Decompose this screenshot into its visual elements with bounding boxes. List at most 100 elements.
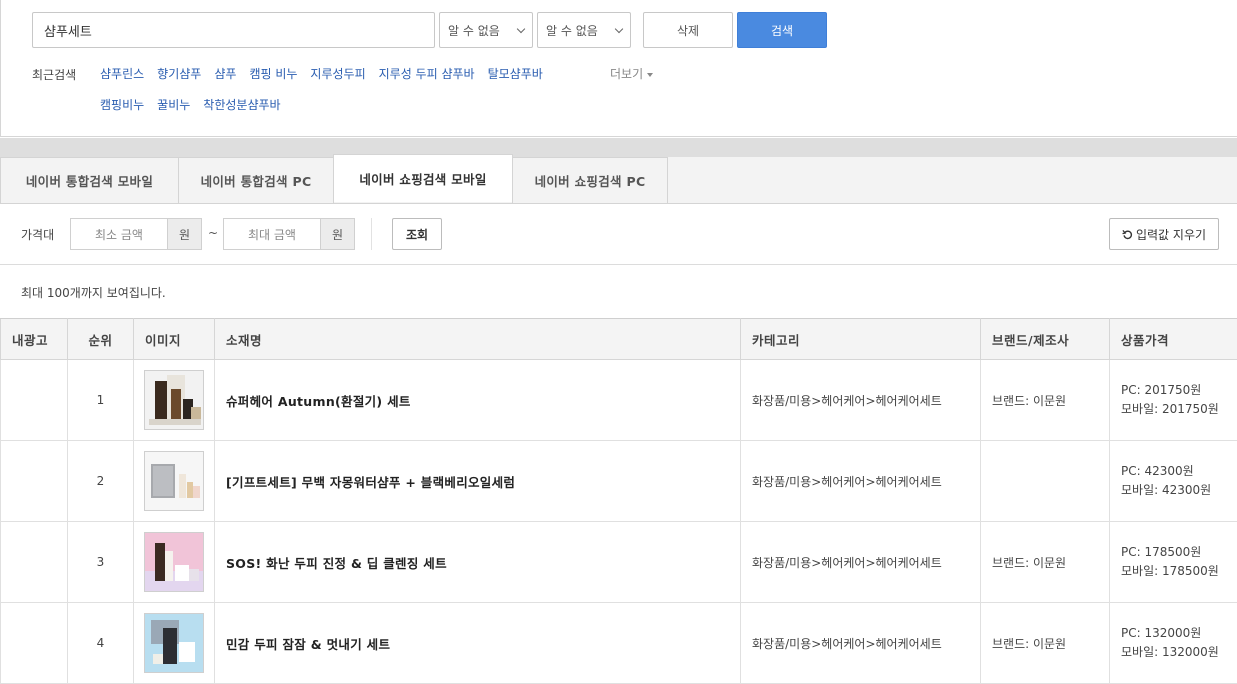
category-cell: 화장품/미용>헤어케어>헤어케어세트 — [741, 360, 981, 441]
currency-unit: 원 — [167, 219, 201, 249]
header-brand: 브랜드/제조사 — [981, 319, 1110, 360]
price-cell: PC: 132000원 모바일: 132000원 — [1110, 603, 1237, 684]
min-price-input[interactable]: 최소 금액 — [71, 219, 167, 249]
brand-cell — [981, 441, 1110, 522]
results-table: 내광고 순위 이미지 소재명 카테고리 브랜드/제조사 상품가격 1 — [0, 318, 1237, 684]
search-button[interactable]: 검색 — [737, 12, 827, 48]
section-divider — [0, 138, 1237, 157]
table-row: 4 민감 두피 잠잠 & 멋내기 세트 화장품/미용>헤어케어>헤어케어세트 브… — [1, 603, 1237, 684]
search-panel: 알 수 없음 알 수 없음 삭제 검색 최근검색 샴푸린스 향기샴푸 샴푸 캠핑… — [0, 0, 1237, 137]
search-input[interactable] — [32, 12, 435, 48]
rank-cell: 4 — [68, 603, 134, 684]
rank-cell: 2 — [68, 441, 134, 522]
recent-search-item[interactable]: 캠핑비누 — [100, 97, 144, 114]
pc-price: PC: 201750원 — [1121, 381, 1237, 400]
min-price-group: 최소 금액 원 — [70, 218, 202, 250]
my-ad-cell — [1, 522, 68, 603]
header-image: 이미지 — [134, 319, 215, 360]
rank-cell: 1 — [68, 360, 134, 441]
brand-cell: 브랜드: 이문원 — [981, 360, 1110, 441]
refresh-icon — [1122, 229, 1133, 240]
recent-search-item[interactable]: 샴푸린스 — [100, 66, 144, 83]
mobile-price: 모바일: 201750원 — [1121, 400, 1237, 419]
product-image — [145, 452, 204, 511]
recent-search-item[interactable]: 꿀비누 — [157, 97, 190, 114]
result-limit-note: 최대 100개까지 보여집니다. — [21, 284, 166, 301]
select-2-value: 알 수 없음 — [546, 22, 598, 39]
image-cell — [134, 360, 215, 441]
table-row: 1 슈퍼헤어 Autumn(환절기) 세트 화장품/미용>헤어케어>헤어케어세트… — [1, 360, 1237, 441]
tab-naver-integrated-pc[interactable]: 네이버 통합검색 PC — [178, 157, 334, 203]
recent-search-label: 최근검색 — [32, 66, 76, 83]
my-ad-cell — [1, 603, 68, 684]
table-row: 2 [기프트세트] 무백 자몽워터샴푸 + 블랙베리오일세럼 화장품/미용>헤어… — [1, 441, 1237, 522]
more-button[interactable]: 더보기 — [610, 66, 653, 83]
more-label: 더보기 — [610, 66, 643, 83]
pc-price: PC: 178500원 — [1121, 543, 1237, 562]
mobile-price: 모바일: 42300원 — [1121, 481, 1237, 500]
category-cell: 화장품/미용>헤어케어>헤어케어세트 — [741, 603, 981, 684]
clear-inputs-label: 입력값 지우기 — [1136, 226, 1206, 243]
price-cell: PC: 178500원 모바일: 178500원 — [1110, 522, 1237, 603]
max-price-group: 최대 금액 원 — [223, 218, 355, 250]
recent-search-list: 샴푸린스 향기샴푸 샴푸 캠핑 비누 지루성두피 지루성 두피 샴푸바 탈모샴푸… — [100, 66, 600, 114]
chevron-down-icon — [615, 24, 623, 32]
recent-search-item[interactable]: 향기샴푸 — [157, 66, 201, 83]
image-cell — [134, 522, 215, 603]
recent-search-item[interactable]: 착한성분샴푸바 — [203, 97, 280, 114]
category-cell: 화장품/미용>헤어케어>헤어케어세트 — [741, 522, 981, 603]
product-image — [145, 371, 204, 430]
recent-search-item[interactable]: 지루성두피 — [310, 66, 365, 83]
range-separator: ~ — [208, 226, 218, 240]
tab-naver-integrated-mobile[interactable]: 네이버 통합검색 모바일 — [0, 157, 179, 203]
tab-bar: 네이버 통합검색 모바일 네이버 통합검색 PC 네이버 쇼핑검색 모바일 네이… — [0, 157, 1237, 204]
brand-cell: 브랜드: 이문원 — [981, 522, 1110, 603]
price-filter-bar: 가격대 최소 금액 원 ~ 최대 금액 원 조회 입력값 지우기 — [0, 204, 1237, 265]
product-thumbnail[interactable] — [144, 370, 204, 430]
rank-cell: 3 — [68, 522, 134, 603]
chevron-down-icon — [517, 24, 525, 32]
max-price-input[interactable]: 최대 금액 — [224, 219, 320, 249]
mobile-price: 모바일: 132000원 — [1121, 643, 1237, 662]
price-cell: PC: 201750원 모바일: 201750원 — [1110, 360, 1237, 441]
product-thumbnail[interactable] — [144, 451, 204, 511]
product-thumbnail[interactable] — [144, 613, 204, 673]
header-price: 상품가격 — [1110, 319, 1237, 360]
item-name-cell[interactable]: SOS! 화난 두피 진정 & 딥 클렌징 세트 — [215, 522, 741, 603]
table-row: 3 SOS! 화난 두피 진정 & 딥 클렌징 세트 화장품/미용>헤어케어>헤… — [1, 522, 1237, 603]
price-cell: PC: 42300원 모바일: 42300원 — [1110, 441, 1237, 522]
recent-search-item[interactable]: 지루성 두피 샴푸바 — [379, 66, 475, 83]
select-1-value: 알 수 없음 — [448, 22, 500, 39]
mobile-price: 모바일: 178500원 — [1121, 562, 1237, 581]
search-option-select-2[interactable]: 알 수 없음 — [537, 12, 631, 48]
item-name-cell[interactable]: 민감 두피 잠잠 & 멋내기 세트 — [215, 603, 741, 684]
delete-button[interactable]: 삭제 — [643, 12, 733, 48]
pc-price: PC: 42300원 — [1121, 462, 1237, 481]
tab-naver-shopping-mobile[interactable]: 네이버 쇼핑검색 모바일 — [333, 154, 513, 202]
price-range-label: 가격대 — [21, 226, 54, 243]
tab-naver-shopping-pc[interactable]: 네이버 쇼핑검색 PC — [512, 157, 668, 203]
my-ad-cell — [1, 441, 68, 522]
item-name-cell[interactable]: 슈퍼헤어 Autumn(환절기) 세트 — [215, 360, 741, 441]
clear-inputs-button[interactable]: 입력값 지우기 — [1109, 218, 1219, 250]
search-option-select-1[interactable]: 알 수 없음 — [439, 12, 533, 48]
image-cell — [134, 603, 215, 684]
caret-down-icon — [647, 73, 653, 77]
my-ad-cell — [1, 360, 68, 441]
category-cell: 화장품/미용>헤어케어>헤어케어세트 — [741, 441, 981, 522]
header-rank: 순위 — [68, 319, 134, 360]
recent-search-item[interactable]: 캠핑 비누 — [249, 66, 297, 83]
header-my-ad: 내광고 — [1, 319, 68, 360]
header-item-name: 소재명 — [215, 319, 741, 360]
recent-search-item[interactable]: 샴푸 — [214, 66, 236, 83]
image-cell — [134, 441, 215, 522]
pc-price: PC: 132000원 — [1121, 624, 1237, 643]
recent-search-item[interactable]: 탈모샴푸바 — [488, 66, 543, 83]
divider — [371, 218, 372, 250]
product-thumbnail[interactable] — [144, 532, 204, 592]
currency-unit: 원 — [320, 219, 354, 249]
product-image — [145, 614, 204, 673]
brand-cell: 브랜드: 이문원 — [981, 603, 1110, 684]
item-name-cell[interactable]: [기프트세트] 무백 자몽워터샴푸 + 블랙베리오일세럼 — [215, 441, 741, 522]
query-button[interactable]: 조회 — [392, 218, 442, 250]
